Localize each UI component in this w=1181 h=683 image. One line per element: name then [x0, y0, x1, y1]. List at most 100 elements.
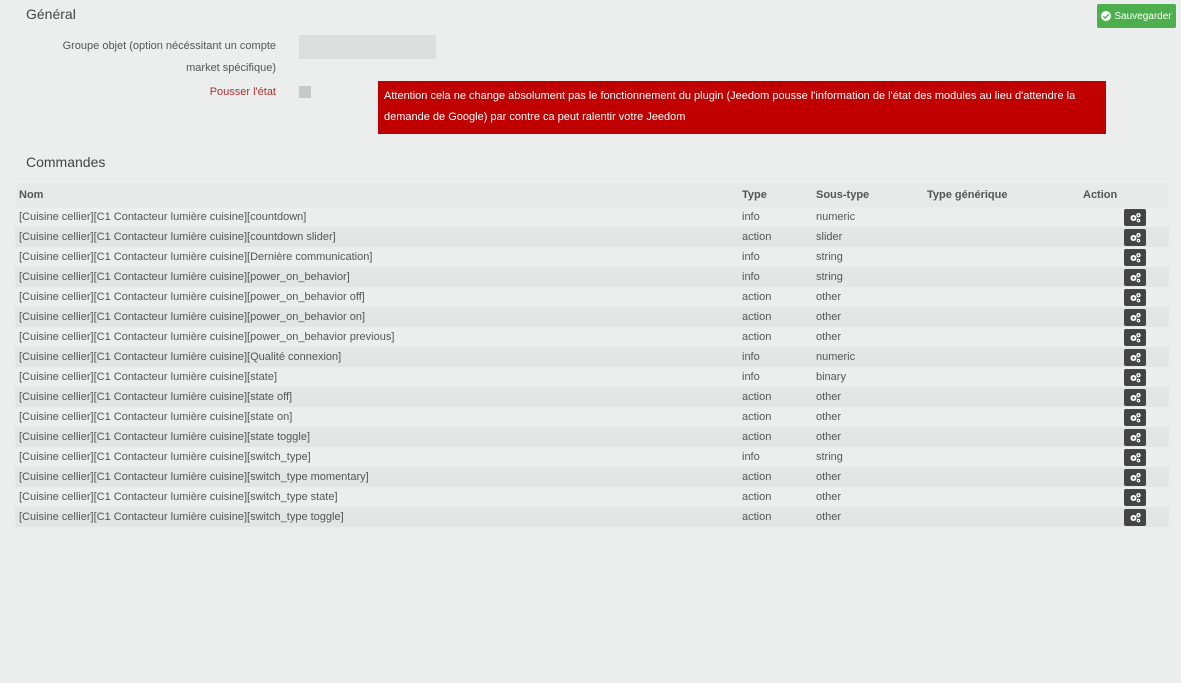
cell-type: action	[738, 307, 812, 327]
configure-command-button[interactable]	[1124, 488, 1146, 506]
configure-command-button[interactable]	[1124, 328, 1146, 346]
cogs-icon	[1129, 452, 1142, 463]
cell-type-generique	[923, 507, 1079, 527]
table-row: [Cuisine cellier][C1 Contacteur lumière …	[15, 287, 1169, 307]
configure-command-button[interactable]	[1124, 448, 1146, 466]
cell-type: action	[738, 387, 812, 407]
cell-type-generique	[923, 287, 1079, 307]
cell-type-generique	[923, 467, 1079, 487]
cell-type-generique	[923, 387, 1079, 407]
cell-type: action	[738, 407, 812, 427]
cell-sous-type: numeric	[812, 207, 923, 227]
check-circle-icon	[1101, 11, 1112, 21]
configure-command-button[interactable]	[1124, 408, 1146, 426]
cell-type: action	[738, 227, 812, 247]
table-row: [Cuisine cellier][C1 Contacteur lumière …	[15, 507, 1169, 527]
cell-nom: [Cuisine cellier][C1 Contacteur lumière …	[15, 267, 738, 287]
cogs-icon	[1129, 392, 1142, 403]
cell-sous-type: other	[812, 467, 923, 487]
cell-type-generique	[923, 347, 1079, 367]
cogs-icon	[1129, 212, 1142, 223]
cell-action	[1079, 207, 1169, 227]
configure-command-button[interactable]	[1124, 208, 1146, 226]
table-row: [Cuisine cellier][C1 Contacteur lumière …	[15, 307, 1169, 327]
cell-type: info	[738, 207, 812, 227]
table-header-row: Nom Type Sous-type Type générique Action	[15, 183, 1169, 207]
configure-command-button[interactable]	[1124, 388, 1146, 406]
configure-command-button[interactable]	[1124, 468, 1146, 486]
cogs-icon	[1129, 252, 1142, 263]
group-object-input[interactable]	[299, 35, 436, 59]
commands-section-title: Commandes	[26, 154, 106, 170]
cell-nom: [Cuisine cellier][C1 Contacteur lumière …	[15, 427, 738, 447]
cell-type-generique	[923, 487, 1079, 507]
cell-sous-type: other	[812, 327, 923, 347]
cell-sous-type: other	[812, 427, 923, 447]
table-row: [Cuisine cellier][C1 Contacteur lumière …	[15, 267, 1169, 287]
cell-type-generique	[923, 207, 1079, 227]
cell-type-generique	[923, 247, 1079, 267]
cogs-icon	[1129, 372, 1142, 383]
configure-command-button[interactable]	[1124, 228, 1146, 246]
cell-action	[1079, 447, 1169, 467]
configure-command-button[interactable]	[1124, 368, 1146, 386]
cell-nom: [Cuisine cellier][C1 Contacteur lumière …	[15, 347, 738, 367]
cell-type-generique	[923, 227, 1079, 247]
configure-command-button[interactable]	[1124, 248, 1146, 266]
general-section-title: Général	[26, 6, 76, 22]
cell-action	[1079, 367, 1169, 387]
cell-type: action	[738, 327, 812, 347]
configure-command-button[interactable]	[1124, 428, 1146, 446]
configure-command-button[interactable]	[1124, 508, 1146, 526]
cogs-icon	[1129, 512, 1142, 523]
cell-nom: [Cuisine cellier][C1 Contacteur lumière …	[15, 207, 738, 227]
cell-type: action	[738, 467, 812, 487]
cell-sous-type: other	[812, 387, 923, 407]
cogs-icon	[1129, 492, 1142, 503]
group-object-label: Groupe objet (option nécéssitant un comp…	[63, 35, 276, 79]
cogs-icon	[1129, 332, 1142, 343]
configure-command-button[interactable]	[1124, 288, 1146, 306]
cogs-icon	[1129, 412, 1142, 423]
header-sous-type: Sous-type	[812, 183, 923, 207]
cell-nom: [Cuisine cellier][C1 Contacteur lumière …	[15, 387, 738, 407]
table-row: [Cuisine cellier][C1 Contacteur lumière …	[15, 367, 1169, 387]
cell-type-generique	[923, 367, 1079, 387]
header-nom: Nom	[15, 183, 738, 207]
cell-nom: [Cuisine cellier][C1 Contacteur lumière …	[15, 327, 738, 347]
save-button-label: Sauvegarder	[1114, 10, 1172, 22]
cell-sous-type: other	[812, 407, 923, 427]
cell-action	[1079, 287, 1169, 307]
cell-type: action	[738, 507, 812, 527]
cell-nom: [Cuisine cellier][C1 Contacteur lumière …	[15, 507, 738, 527]
header-type-generique: Type générique	[923, 183, 1079, 207]
cell-action	[1079, 327, 1169, 347]
cell-type-generique	[923, 427, 1079, 447]
cell-sous-type: slider	[812, 227, 923, 247]
configure-command-button[interactable]	[1124, 308, 1146, 326]
cell-nom: [Cuisine cellier][C1 Contacteur lumière …	[15, 247, 738, 267]
group-object-label-line2: market spécifique)	[186, 62, 276, 74]
cell-sous-type: binary	[812, 367, 923, 387]
cell-sous-type: numeric	[812, 347, 923, 367]
cell-action	[1079, 347, 1169, 367]
cell-type: action	[738, 427, 812, 447]
cell-sous-type: other	[812, 307, 923, 327]
cell-nom: [Cuisine cellier][C1 Contacteur lumière …	[15, 487, 738, 507]
cogs-icon	[1129, 272, 1142, 283]
cell-action	[1079, 427, 1169, 447]
cell-sous-type: other	[812, 507, 923, 527]
cogs-icon	[1129, 312, 1142, 323]
configure-command-button[interactable]	[1124, 348, 1146, 366]
table-row: [Cuisine cellier][C1 Contacteur lumière …	[15, 347, 1169, 367]
header-type: Type	[738, 183, 812, 207]
cell-sous-type: string	[812, 267, 923, 287]
cell-nom: [Cuisine cellier][C1 Contacteur lumière …	[15, 467, 738, 487]
push-state-checkbox[interactable]	[299, 86, 311, 98]
cell-sous-type: string	[812, 447, 923, 467]
cell-type: info	[738, 247, 812, 267]
configure-command-button[interactable]	[1124, 268, 1146, 286]
table-row: [Cuisine cellier][C1 Contacteur lumière …	[15, 327, 1169, 347]
cell-action	[1079, 267, 1169, 287]
save-button[interactable]: Sauvegarder	[1097, 4, 1176, 28]
